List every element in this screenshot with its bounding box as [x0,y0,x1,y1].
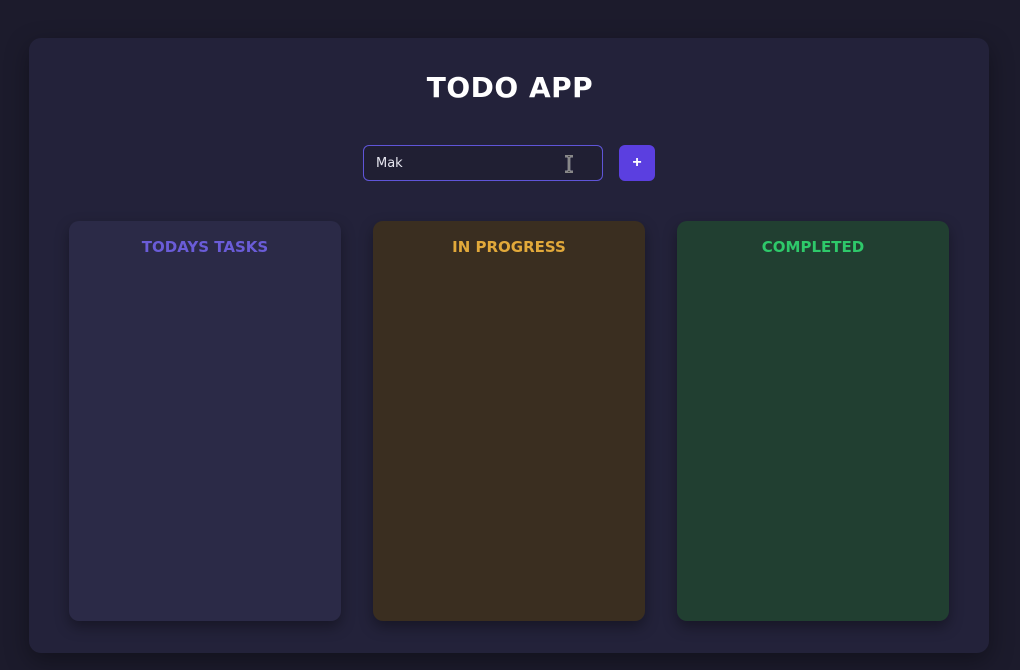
in-progress-column[interactable]: IN PROGRESS [373,221,645,621]
page-title: TODO APP [426,71,594,104]
in-progress-heading: IN PROGRESS [452,238,566,256]
todays-tasks-heading: TODAYS TASKS [141,238,269,256]
completed-column[interactable]: COMPLETED [677,221,949,621]
add-task-button[interactable]: + [619,145,655,181]
text-cursor-icon [565,155,573,173]
completed-heading: COMPLETED [761,238,865,256]
todays-tasks-column[interactable]: TODAYS TASKS [69,221,341,621]
